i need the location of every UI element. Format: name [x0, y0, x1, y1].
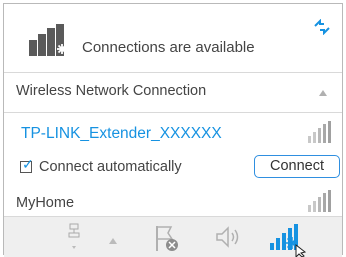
connect-automatically-label: Connect automatically — [39, 159, 182, 175]
taskbar — [4, 216, 342, 257]
panel-header: Connections are available — [4, 4, 342, 73]
speaker-icon[interactable] — [214, 225, 242, 249]
show-hidden-icons-arrow[interactable] — [108, 237, 118, 245]
checkmark-icon: ✓ — [22, 156, 34, 172]
collapse-up-icon[interactable] — [318, 89, 328, 97]
section-title: Wireless Network Connection — [16, 83, 207, 99]
connect-button[interactable]: Connect — [254, 155, 340, 178]
network-drive-icon[interactable] — [68, 222, 80, 250]
connect-automatically-checkbox[interactable]: ✓ — [20, 156, 34, 173]
signal-bars-icon — [308, 121, 331, 143]
network-name-tplink[interactable]: TP-LINK_Extender_XXXXXX — [21, 125, 222, 143]
signal-bars-icon — [308, 190, 331, 212]
wireless-signal-icon[interactable] — [268, 223, 308, 257]
network-name-myhome[interactable]: MyHome — [16, 195, 74, 211]
refresh-icon[interactable] — [312, 19, 332, 35]
flag-icon[interactable] — [151, 223, 181, 253]
connections-status-text: Connections are available — [82, 39, 255, 56]
wireless-networks-panel: Connections are available Wireless Netwo… — [3, 3, 343, 257]
network-connections-icon — [29, 24, 67, 56]
wireless-connection-section[interactable]: Wireless Network Connection — [4, 73, 342, 113]
